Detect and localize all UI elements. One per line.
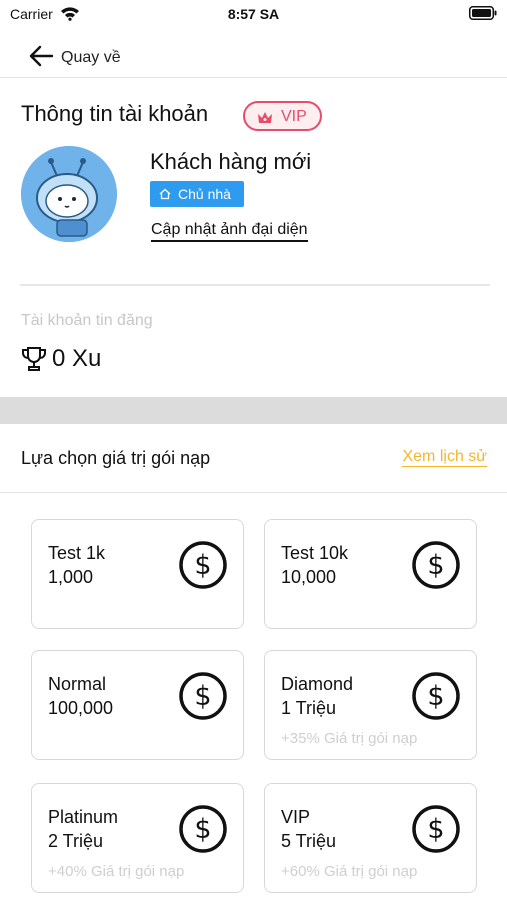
history-link[interactable]: Xem lịch sử — [402, 448, 487, 467]
section-separator — [0, 397, 507, 424]
section-title: Lựa chọn giá trị gói nạp — [21, 448, 211, 468]
account-title: Thông tin tài khoản — [21, 101, 209, 126]
package-amount: 5 Triệu — [281, 831, 337, 851]
user-name: Khách hàng mới — [150, 149, 312, 174]
svg-text:$: $ — [427, 814, 444, 845]
avatar-illustration — [21, 146, 117, 242]
dollar-icon: $ — [179, 672, 227, 720]
package-card-diamond[interactable]: Diamond 1 Triệu +35% Giá trị gói nạp $ — [264, 650, 477, 760]
package-name: Test 10k — [281, 543, 349, 563]
svg-text:$: $ — [194, 814, 211, 845]
package-amount: 2 Triệu — [48, 831, 104, 851]
package-name: Normal — [48, 674, 107, 694]
package-name: Test 1k — [48, 543, 106, 563]
status-bar: Carrier 8:57 SA — [0, 0, 507, 30]
back-arrow-icon[interactable] — [28, 44, 54, 68]
status-time: 8:57 SA — [227, 6, 280, 22]
package-card-normal[interactable]: Normal 100,000 $ — [31, 650, 244, 760]
coin-balance: 0 Xu — [52, 345, 102, 372]
crown-icon — [258, 112, 272, 123]
package-card-platinum[interactable]: Platinum 2 Triệu +40% Giá trị gói nạp $ — [31, 783, 244, 893]
svg-text:$: $ — [194, 550, 211, 581]
nav-bar: Quay về — [0, 38, 507, 78]
role-label: Chủ nhà — [178, 186, 231, 202]
dollar-icon: $ — [412, 672, 460, 720]
package-card-test-1k[interactable]: Test 1k 1,000 $ — [31, 519, 244, 629]
divider — [0, 492, 507, 493]
package-card-test-10k[interactable]: Test 10k 10,000 $ — [264, 519, 477, 629]
dollar-icon: $ — [179, 805, 227, 853]
package-bonus: +60% Giá trị gói nạp — [281, 863, 418, 880]
package-bonus: +40% Giá trị gói nạp — [48, 863, 185, 880]
package-amount: 10,000 — [281, 567, 337, 587]
back-button[interactable]: Quay về — [61, 49, 121, 67]
home-icon — [159, 188, 171, 200]
role-badge: Chủ nhà — [150, 181, 244, 207]
svg-text:$: $ — [194, 681, 211, 712]
package-amount: 100,000 — [48, 698, 114, 718]
battery-icon — [469, 6, 497, 20]
dollar-icon: $ — [412, 541, 460, 589]
svg-text:$: $ — [427, 681, 444, 712]
package-name: Diamond — [281, 674, 354, 694]
svg-text:$: $ — [427, 550, 444, 581]
package-name: Platinum — [48, 807, 119, 827]
dollar-icon: $ — [179, 541, 227, 589]
vip-badge: VIP — [243, 101, 322, 131]
package-card-vip[interactable]: VIP 5 Triệu +60% Giá trị gói nạp $ — [264, 783, 477, 893]
package-bonus: +35% Giá trị gói nạp — [281, 730, 418, 747]
account-type-label: Tài khoản tin đăng — [21, 312, 153, 329]
trophy-icon — [21, 347, 47, 371]
dollar-icon: $ — [412, 805, 460, 853]
update-avatar-link[interactable]: Cập nhật ảnh đại diện — [151, 221, 308, 242]
package-amount: 1,000 — [48, 567, 94, 587]
divider — [20, 284, 490, 286]
avatar[interactable] — [21, 146, 117, 242]
package-amount: 1 Triệu — [281, 698, 337, 718]
vip-label: VIP — [281, 108, 307, 125]
package-name: VIP — [281, 807, 311, 827]
